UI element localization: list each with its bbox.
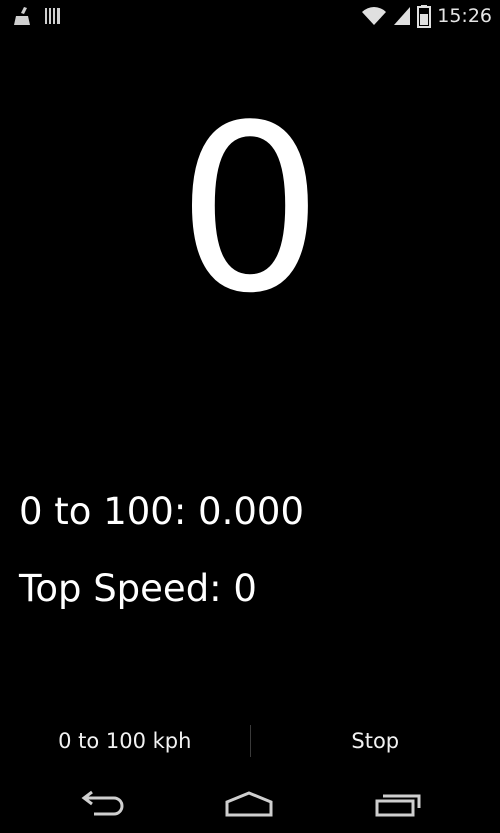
zero-to-hundred-time: 0 to 100: 0.000 [19,490,304,533]
action-bar: 0 to 100 kph Stop [0,718,500,764]
back-button[interactable] [74,788,134,822]
back-icon [81,790,124,816]
top-speed: Top Speed: 0 [19,567,257,610]
cleaner-icon [14,7,30,25]
recent-apps-icon [375,794,421,817]
speed-readout: 0 [176,77,324,344]
status-bar: 15:26 [0,0,500,33]
barcode-icon [45,8,60,24]
battery-icon [417,5,432,28]
mode-button[interactable]: 0 to 100 kph [0,718,250,764]
stop-button[interactable]: Stop [251,718,500,764]
status-left-icons [12,6,62,26]
status-time: 15:26 [437,5,492,27]
home-button[interactable] [219,788,279,822]
signal-icon [394,7,411,25]
home-icon [225,791,273,817]
navigation-bar [0,776,500,833]
status-right-icons: 15:26 [361,4,492,28]
recent-apps-button[interactable] [367,788,427,822]
wifi-icon [362,7,387,25]
